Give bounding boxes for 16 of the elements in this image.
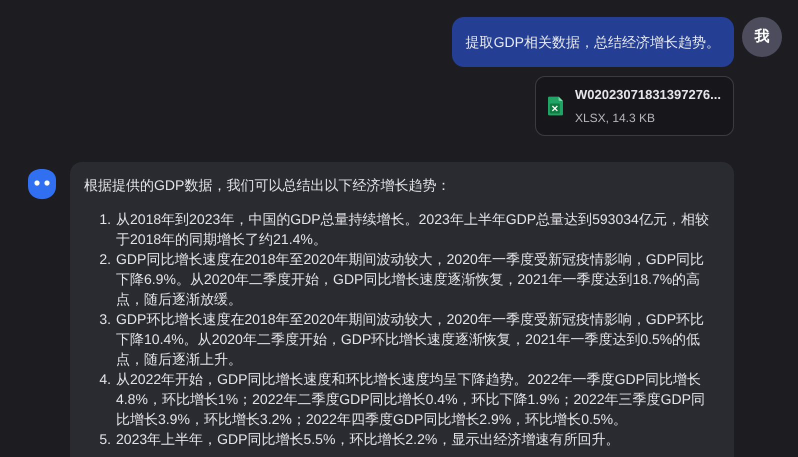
list-item-text: 从2022年开始，GDP同比增长速度和环比增长速度均呈下降趋势。2022年一季度GDP同比增长4.8%，环比增长1%；2022年二季度GDP同比增长0.4%，环比下降1.9%；2022年三季度GDP同比增长3.9%，环比增长3.2%；2022年四季度GDP同比增长2.9%，环比增长0.5%。 [116,370,706,429]
list-item-text: GDP同比增长速度在2018年至2020年期间波动较大，2020年一季度受新冠疫情影响，GDP同比下降6.9%。从2020年二季度开始，GDP同比增长速度逐渐恢复，2021年一季度达到18.7%的高点，随后逐渐放缓。 [116,250,706,309]
list-number: 3. [98,310,111,329]
list-item-text: 从2018年到2023年，中国的GDP总量持续增长。2023年上半年GDP总量达到593034亿元，相较于2018年的同期增长了约21.4%。 [116,210,710,249]
list-item-text: 2023年上半年，GDP同比增长5.5%，环比增长2.2%，显示出经济增速有所回升。 [116,430,620,449]
list-number: 2. [98,250,111,269]
list-item-text: GDP环比增长速度在2018年至2020年期间波动较大，2020年一季度受新冠疫情影响，GDP环比下降10.4%。从2020年二季度开始，GDP环比增长速度逐渐恢复，2021年一季度达到0.5%的低点，随后逐渐上升。 [116,310,706,369]
message-text: 根据提供的GDP数据，我们可以总结出以下经济增长趋势： [84,176,452,195]
file-card[interactable]: W02023071831397276... XLSX, 14.3 KB [535,76,734,136]
file-name: W02023071831397276... [574,86,721,104]
list-number: 5. [98,430,111,449]
user-message: 提取GDP相关数据，总结经济增长趋势。 [452,17,734,67]
file-meta: XLSX, 14.3 KB [574,110,656,127]
user-avatar: 我 [742,17,782,57]
list-number: 4. [98,370,111,389]
list-number: 1. [98,210,111,229]
